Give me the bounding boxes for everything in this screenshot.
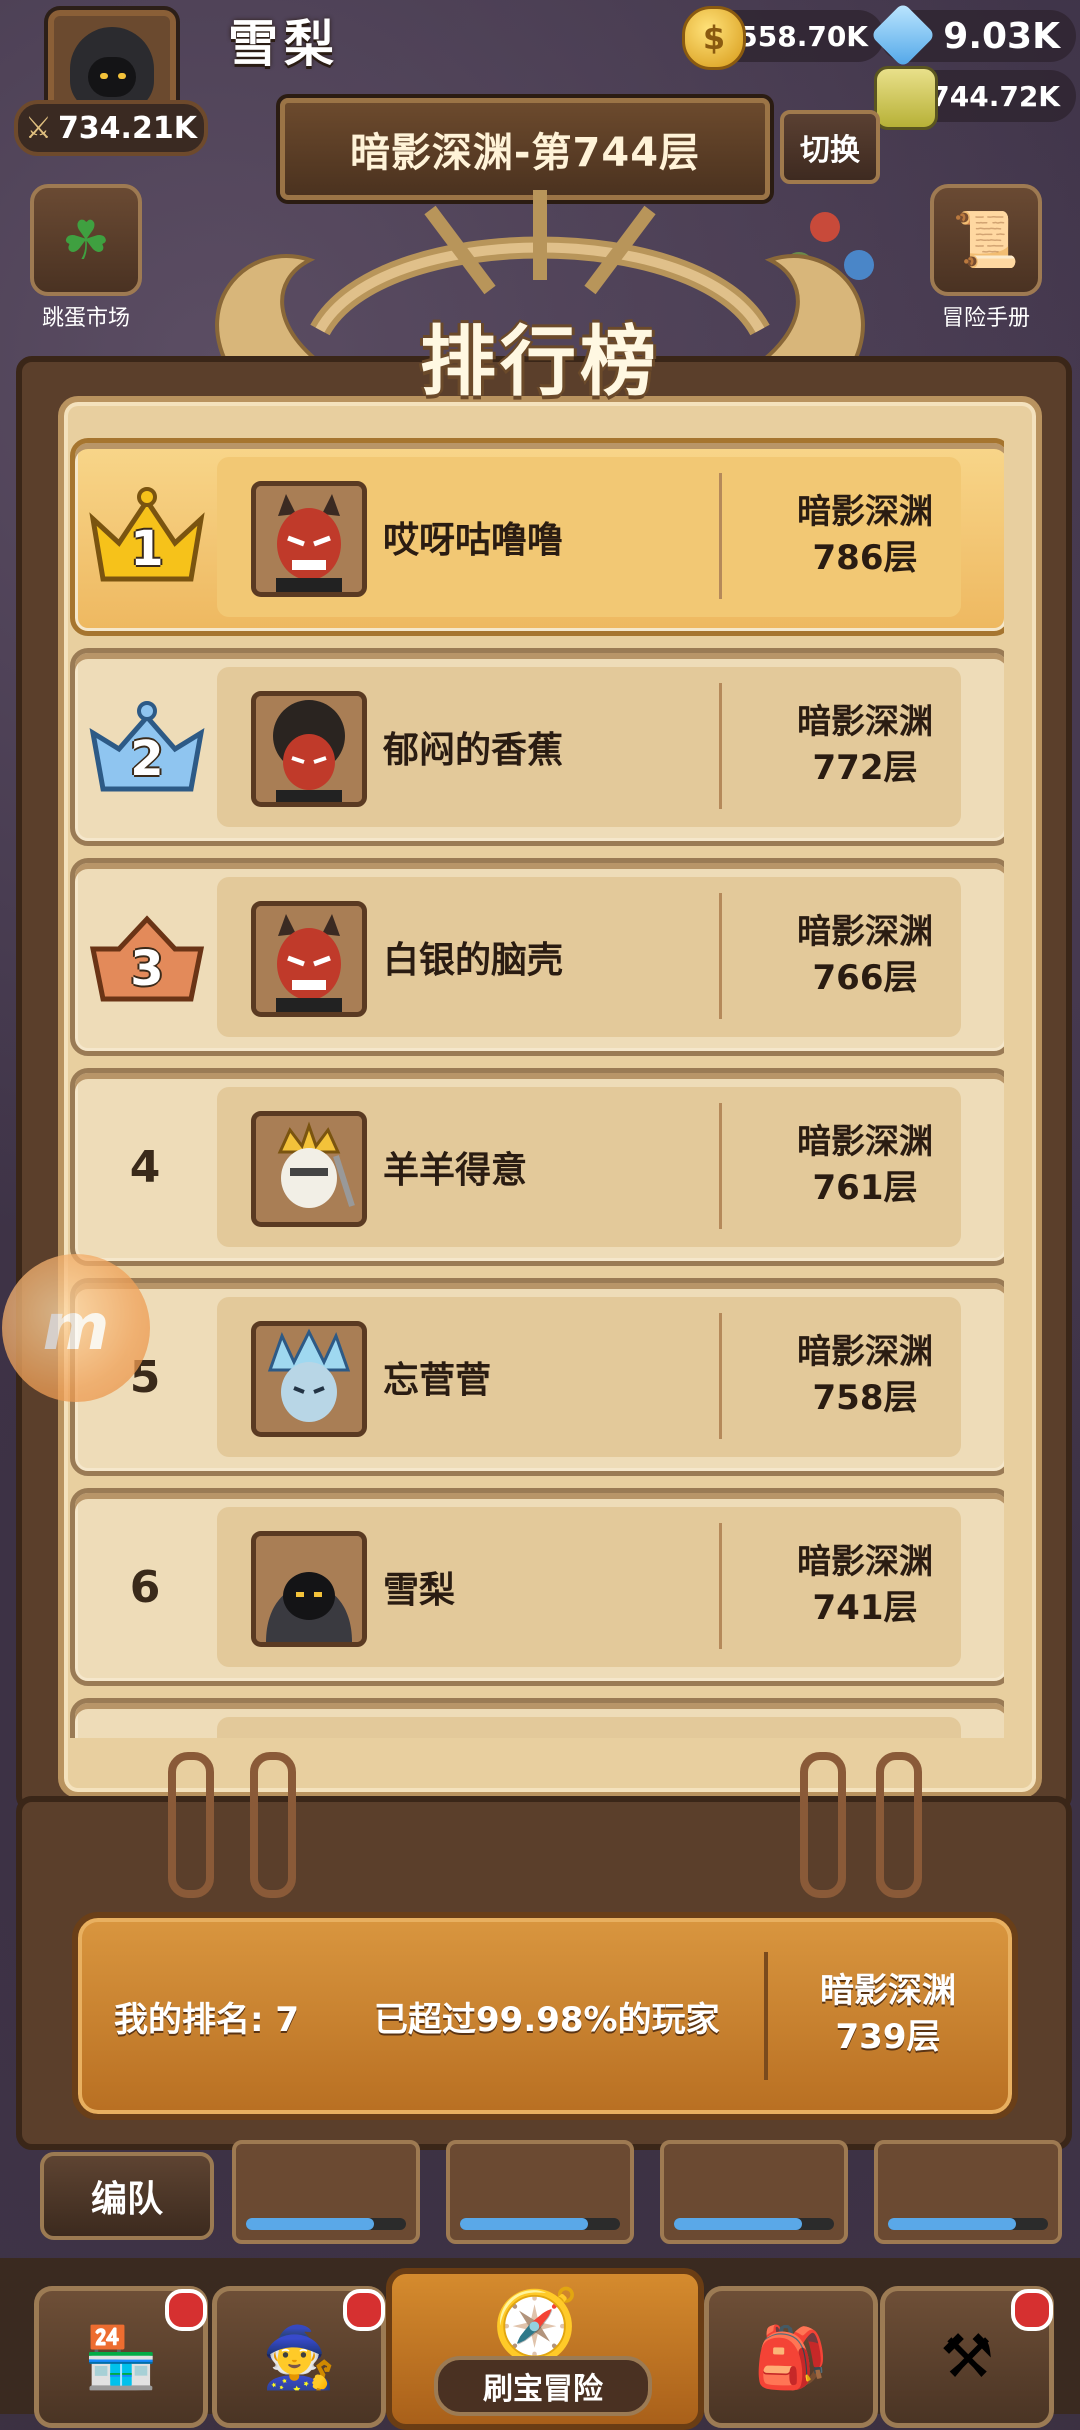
earth-orb-icon (784, 252, 814, 282)
floor-score: 暗影深渊 741层 (797, 1542, 933, 1628)
floor-score: 暗影深渊 786层 (797, 492, 933, 578)
leaderboard-row-5[interactable]: 5 忘菅菅 暗影深渊 758层 (70, 1278, 1004, 1476)
leaderboard-row-3[interactable]: 3 白银的脑壳 暗影深渊 766层 (70, 858, 1004, 1056)
crowned-knight-avatar-icon (251, 1111, 367, 1227)
adventure-nav-button[interactable]: 🧭 刷宝冒险 (386, 2268, 704, 2430)
scroll-icon: 📜 (930, 184, 1042, 296)
gold-coin-icon: $ (682, 6, 746, 70)
team-label: 编队 (90, 2179, 163, 2220)
player-name-cell: 忘菅菅 (383, 1360, 492, 1401)
shop-nav-button[interactable]: 🏪 (34, 2286, 208, 2428)
gem-counter[interactable]: ◆ 9.03K (870, 2, 1076, 68)
hero-portrait-icon: 🧙 (261, 2322, 337, 2393)
hooded-avatar-icon (70, 27, 154, 111)
bag-nav-button[interactable]: 🎒 (704, 2286, 878, 2428)
potion-value: 744.72K (930, 79, 1060, 113)
potion-jar-icon: ■ (874, 66, 938, 130)
gem-value: 9.03K (943, 15, 1060, 57)
leaderboard-row-partial[interactable] (70, 1698, 1004, 1738)
floor-score: 暗影深渊 761层 (797, 1122, 933, 1208)
my-rank-label: 我的排名: 7 (114, 1999, 300, 2040)
leaderboard-row-1[interactable]: 1 哎呀咕噜噜 暗影深渊 786层 (70, 438, 1004, 636)
rank-number: 2 (130, 731, 164, 787)
hero-slot-1[interactable] (232, 2140, 420, 2244)
player-name-cell: 羊羊得意 (383, 1150, 528, 1191)
hero-slot-4[interactable] (874, 2140, 1062, 2244)
power-value: 734.21K (57, 110, 197, 146)
gold-value: 558.70K (738, 19, 868, 53)
rank-number: 6 (129, 1561, 161, 1613)
hero-nav-button[interactable]: 🧙 (212, 2286, 386, 2428)
silver-crown-icon: 2 (85, 693, 209, 801)
floor-banner: 暗影深渊-第744层 (280, 98, 770, 200)
hooded-rogue-avatar-icon (251, 1531, 367, 1647)
leaderboard-list[interactable]: 1 哎呀咕噜噜 暗影深渊 786层 2 郁闷的香蕉 暗影深渊 772层 3 白银… (70, 438, 1004, 1738)
ice-spirit-avatar-icon (251, 1321, 367, 1437)
power-display: ⚔ 734.21K (14, 100, 208, 156)
shop-icon: 🏪 (83, 2322, 159, 2393)
adventure-book-button[interactable]: 📜 冒险手册 (930, 184, 1042, 332)
floor-score: 暗影深渊 758层 (797, 1332, 933, 1418)
my-rank-card: 我的排名: 7 已超过99.98%的玩家 暗影深渊 739层 (72, 1912, 1018, 2120)
bronze-crown-icon: 3 (85, 903, 209, 1011)
backpack-icon: 🎒 (753, 2322, 829, 2393)
rank-number: 1 (130, 521, 164, 577)
binder-ring-icon (250, 1752, 296, 1898)
percentile-label: 已超过99.98%的玩家 (374, 1999, 720, 2040)
rank-number: 3 (130, 941, 164, 997)
player-name-cell: 雪梨 (383, 1570, 456, 1611)
player-name-cell: 白银的脑壳 (383, 940, 564, 981)
red-demon-avatar-icon (251, 901, 367, 1017)
player-name-cell: 哎呀咕噜噜 (383, 520, 564, 561)
adventure-book-label: 冒险手册 (941, 306, 1030, 331)
leaderboard-row-6[interactable]: 6 雪梨 暗影深渊 741层 (70, 1488, 1004, 1686)
crossed-swords-icon: ⚔ (25, 110, 52, 146)
floor-score: 暗影深渊 766层 (797, 912, 933, 998)
potion-counter[interactable]: ■ 744.72K (874, 66, 1076, 130)
gold-crown-icon: 1 (85, 483, 209, 591)
my-floor-score: 暗影深渊 739层 (820, 1971, 956, 2057)
market-button[interactable]: ☘ 跳蛋市场 (30, 184, 142, 332)
hero-slot-2[interactable] (446, 2140, 634, 2244)
fire-orb-icon (810, 212, 840, 242)
switch-label: 切换 (800, 133, 860, 168)
notification-dot (1011, 2289, 1053, 2331)
binder-ring-icon (800, 1752, 846, 1898)
gold-counter[interactable]: $ 558.70K (682, 6, 884, 70)
binder-ring-icon (876, 1752, 922, 1898)
clover-icon: ☘ (30, 184, 142, 296)
red-demon-avatar-icon (251, 481, 367, 597)
player-name: 雪梨 (228, 15, 340, 73)
floor-title: 暗影深渊-第744层 (349, 130, 701, 176)
hammer-icon: ⚒ (940, 2322, 994, 2392)
team-formation-button[interactable]: 编队 (40, 2152, 214, 2240)
leaderboard-title: 排行榜 (420, 317, 660, 406)
leaderboard-row-4[interactable]: 4 羊羊得意 暗影深渊 761层 (70, 1068, 1004, 1266)
floor-score: 暗影深渊 772层 (797, 702, 933, 788)
hero-slot-3[interactable] (660, 2140, 848, 2244)
player-name-cell: 郁闷的香蕉 (383, 730, 564, 771)
forge-nav-button[interactable]: ⚒ (880, 2286, 1054, 2428)
water-orb-icon (844, 250, 874, 280)
notification-dot (343, 2289, 385, 2331)
switch-button[interactable]: 切换 (780, 110, 880, 184)
notification-dot (165, 2289, 207, 2331)
floating-assistant-icon[interactable]: m (2, 1254, 150, 1402)
rank-number: 4 (129, 1141, 161, 1193)
adventure-label: 刷宝冒险 (434, 2356, 652, 2416)
market-label: 跳蛋市场 (41, 306, 130, 331)
map-compass-icon: 🧭 (492, 2284, 580, 2366)
leaderboard-row-2[interactable]: 2 郁闷的香蕉 暗影深渊 772层 (70, 648, 1004, 846)
binder-ring-icon (168, 1752, 214, 1898)
afro-demon-avatar-icon (251, 691, 367, 807)
